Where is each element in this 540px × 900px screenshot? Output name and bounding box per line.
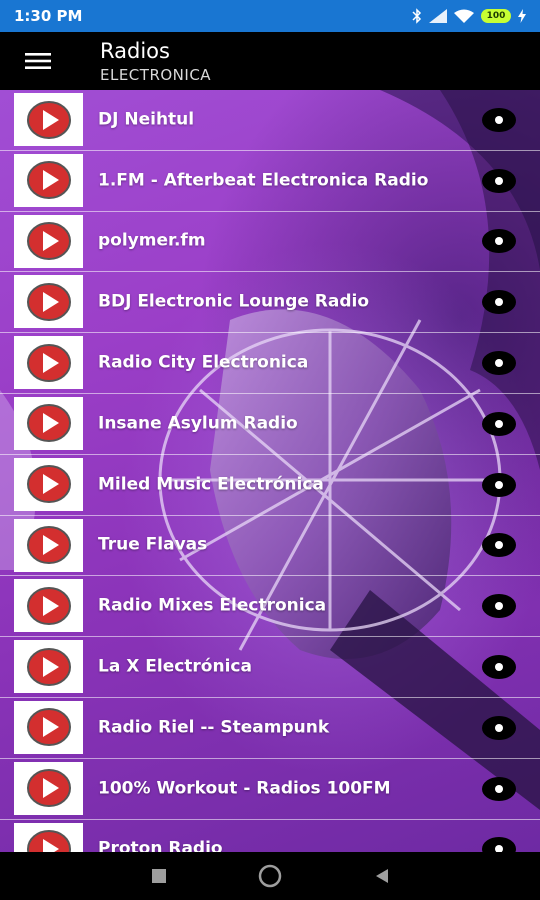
station-name: 1.FM - Afterbeat Electronica Radio: [98, 170, 429, 191]
station-name: True Flavas: [98, 534, 208, 555]
bluetooth-icon: [412, 8, 422, 24]
station-row[interactable]: 1.FM - Afterbeat Electronica Radio: [0, 151, 540, 212]
app-bar: Radios ELECTRONICA: [0, 32, 540, 90]
station-name: 100% Workout - Radios 100FM: [98, 778, 391, 799]
station-status-dot: [482, 351, 516, 376]
play-icon: [14, 579, 83, 633]
station-status-dot: [482, 472, 516, 497]
battery-indicator: 100: [481, 9, 511, 23]
system-navigation-bar: [0, 852, 540, 900]
play-icon: [14, 822, 83, 852]
station-name: Insane Asylum Radio: [98, 413, 298, 434]
circle-home-icon[interactable]: [258, 864, 282, 888]
station-status-dot: [482, 290, 516, 315]
station-row[interactable]: DJ Neihtul: [0, 90, 540, 151]
station-status-dot: [482, 533, 516, 558]
station-name: DJ Neihtul: [98, 109, 195, 130]
station-status-dot: [482, 229, 516, 254]
station-name: Radio Riel -- Steampunk: [98, 717, 330, 738]
station-status-dot: [482, 715, 516, 740]
station-row[interactable]: Radio Mixes Electronica: [0, 576, 540, 638]
station-row[interactable]: La X Electrónica: [0, 637, 540, 698]
station-status-dot: [482, 837, 516, 852]
station-list-area[interactable]: DJ Neihtul 1.FM - Afterbeat Electronica …: [0, 90, 540, 852]
status-bar: 1:30 PM 100: [0, 0, 540, 32]
station-name: Radio Mixes Electronica: [98, 595, 327, 616]
status-icons: 100: [412, 8, 526, 24]
station-status-dot: [482, 411, 516, 436]
station-row[interactable]: polymer.fm: [0, 212, 540, 273]
square-recents-icon[interactable]: [147, 864, 171, 888]
station-status-dot: [482, 168, 516, 193]
station-list: DJ Neihtul 1.FM - Afterbeat Electronica …: [0, 90, 540, 852]
station-row[interactable]: 100% Workout - Radios 100FM: [0, 759, 540, 820]
play-icon: [14, 93, 83, 146]
station-name: BDJ Electronic Lounge Radio: [98, 291, 370, 312]
station-row[interactable]: Radio City Electronica: [0, 333, 540, 394]
station-row[interactable]: BDJ Electronic Lounge Radio: [0, 272, 540, 334]
play-icon: [14, 336, 83, 390]
station-name: La X Electrónica: [98, 656, 252, 677]
play-icon: [14, 761, 83, 815]
station-row[interactable]: Radio Riel -- Steampunk: [0, 698, 540, 759]
station-status-dot: [482, 107, 516, 132]
triangle-back-icon[interactable]: [370, 864, 394, 888]
station-name: Radio City Electronica: [98, 352, 309, 373]
station-name: Proton Radio: [98, 838, 223, 852]
play-icon: [14, 640, 83, 694]
station-row[interactable]: True Flavas: [0, 516, 540, 577]
station-name: polymer.fm: [98, 230, 206, 251]
station-status-dot: [482, 594, 516, 619]
status-time: 1:30 PM: [14, 7, 83, 25]
play-icon: [14, 457, 83, 511]
station-row[interactable]: Proton Radio: [0, 820, 540, 852]
station-row[interactable]: Miled Music Electrónica: [0, 455, 540, 516]
play-icon: [14, 396, 83, 450]
play-icon: [14, 518, 83, 572]
page-title: Radios: [100, 39, 170, 63]
page-subtitle: ELECTRONICA: [100, 66, 212, 84]
play-icon: [14, 153, 83, 207]
station-status-dot: [482, 776, 516, 801]
play-icon: [14, 275, 83, 329]
station-name: Miled Music Electrónica: [98, 474, 324, 495]
signal-icon: [429, 9, 447, 23]
station-status-dot: [482, 655, 516, 680]
charging-icon: [518, 9, 526, 23]
play-icon: [14, 214, 83, 268]
hamburger-menu-icon[interactable]: [18, 49, 58, 73]
play-icon: [14, 700, 83, 754]
wifi-icon: [454, 9, 474, 24]
station-row[interactable]: Insane Asylum Radio: [0, 394, 540, 455]
